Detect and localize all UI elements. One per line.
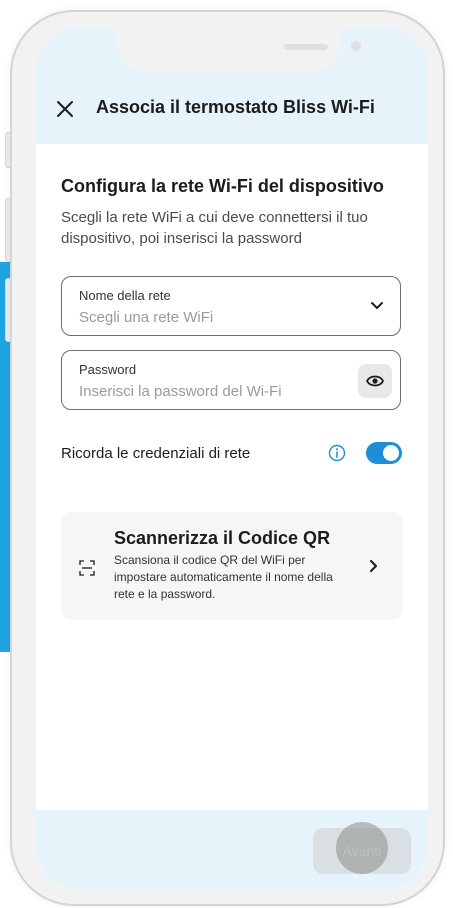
- phone-notch: [116, 28, 361, 72]
- toggle-knob: [383, 445, 399, 461]
- touch-indicator: [336, 822, 388, 874]
- speaker-grille: [284, 44, 328, 50]
- chevron-right-icon: [370, 560, 377, 572]
- section-title: Configura la rete Wi-Fi del dispositivo: [61, 176, 384, 196]
- network-select[interactable]: Nome della rete Scegli una rete WiFi: [61, 276, 401, 336]
- camera-dot: [351, 41, 361, 51]
- show-password-button[interactable]: [358, 364, 392, 398]
- network-field-placeholder: Scegli una rete WiFi: [79, 309, 214, 326]
- password-field-placeholder: Inserisci la password del Wi-Fi: [79, 383, 282, 400]
- close-icon[interactable]: [56, 100, 74, 118]
- info-icon[interactable]: [328, 444, 346, 462]
- scan-qr-title: Scannerizza il Codice QR: [114, 528, 331, 548]
- remember-credentials-label: Ricorda le credenziali di rete: [61, 445, 251, 462]
- password-field[interactable]: Password Inserisci la password del Wi-Fi: [61, 350, 401, 410]
- remember-credentials-toggle[interactable]: [366, 442, 402, 464]
- scan-qr-description: Scansiona il codice QR del WiFi per impo…: [114, 553, 333, 601]
- chevron-down-icon: [371, 302, 383, 309]
- network-field-label: Nome della rete: [79, 288, 171, 303]
- page-title: Associa il termostato Bliss Wi-Fi: [96, 97, 375, 117]
- section-description: Scegli la rete WiFi a cui deve connetter…: [61, 209, 368, 247]
- app-screen: Associa il termostato Bliss Wi-Fi Config…: [36, 28, 428, 890]
- eye-icon: [366, 375, 384, 387]
- qr-scan-icon: [79, 560, 95, 576]
- scan-qr-card[interactable]: Scannerizza il Codice QR Scansiona il co…: [61, 512, 403, 620]
- password-field-label: Password: [79, 362, 137, 377]
